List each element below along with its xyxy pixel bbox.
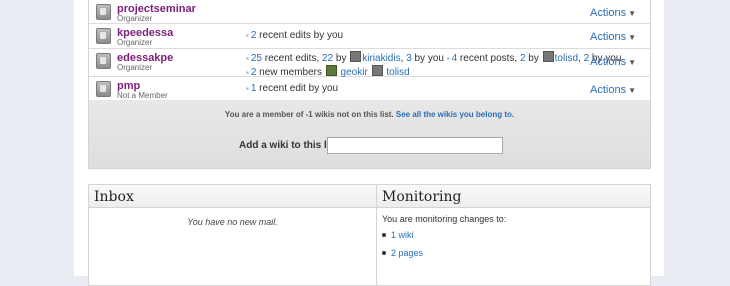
wiki-icon [96,28,111,44]
monitoring-intro: You are monitoring changes to: [382,214,507,224]
actions-label: Actions [590,56,627,68]
bullet-icon: ▪ [246,68,249,77]
bullet-icon: ▪ [246,31,249,40]
actions-label: Actions [590,31,627,43]
wiki-row: projectseminar Organizer Actions ▼ [89,0,650,24]
caret-down-icon: ▼ [628,58,636,67]
monitoring-title: Monitoring [377,185,650,208]
wiki-list-footer: You are a member of -1 wikis not on this… [89,100,650,168]
monitoring-item-wiki[interactable]: 1 wiki [382,230,650,240]
caret-down-icon: ▼ [628,86,636,95]
user-avatar-icon [325,65,337,76]
wiki-role: Organizer [117,38,153,47]
monitoring-panel: Monitoring You are monitoring changes to… [376,184,651,286]
wiki-activity: ▪ 1 recent edit by you [246,83,338,95]
inbox-panel: Inbox You have no new mail. [88,184,377,286]
page: projectseminar Organizer Actions ▼ kpeede… [74,0,664,286]
activity-text: recent edits, [261,53,322,64]
wiki-row: edessakpe Organizer ▪ 25 recent edits, 22… [89,49,650,79]
caret-down-icon: ▼ [628,9,636,18]
wiki-icon [96,53,111,69]
count-link[interactable]: 22 [322,53,333,64]
wiki-icon [96,81,111,97]
user-avatar-icon [371,65,383,76]
actions-menu[interactable]: Actions ▼ [590,7,636,19]
wiki-row: kpeedessa Organizer ▪ 2 recent edits by y… [89,24,650,49]
monitoring-list: 1 wiki 2 pages [377,230,650,258]
user-link[interactable]: kiriakidis [362,53,400,64]
wiki-icon [96,4,111,20]
user-avatar-icon [350,51,362,62]
actions-label: Actions [590,7,627,19]
wiki-activity: ▪ 2 recent edits by you [246,30,343,42]
user-link[interactable]: tolisd [555,53,578,64]
membership-note: You are a member of -1 wikis not on this… [89,110,650,119]
wiki-row: pmp Not a Member ▪ 1 recent edit by you A… [89,77,650,101]
all-wikis-link[interactable]: See all the wikis you belong to. [396,110,514,119]
activity-text: by [333,53,350,64]
actions-menu[interactable]: Actions ▼ [590,84,636,96]
activity-text: by you [411,53,447,64]
edits-link[interactable]: 25 [251,53,262,64]
user-avatar-icon [542,51,554,62]
actions-menu[interactable]: Actions ▼ [590,56,636,68]
bullet-icon: ▪ [446,54,450,63]
membership-note-text: You are a member of -1 wikis not on this… [224,110,396,119]
wiki-role: Not a Member [117,91,168,100]
wiki-activity: ▪ 25 recent edits, 22 by kiriakidis, 3 by… [246,51,621,79]
wiki-list: projectseminar Organizer Actions ▼ kpeede… [88,0,651,169]
caret-down-icon: ▼ [628,33,636,42]
add-wiki-input[interactable] [327,137,503,154]
actions-label: Actions [590,84,627,96]
wiki-role: Organizer [117,14,153,23]
inbox-empty-message: You have no new mail. [187,217,278,227]
bullet-icon: ▪ [246,84,249,93]
bullet-icon: ▪ [246,54,249,63]
activity-text: recent edits by you [256,30,344,41]
activity-text: recent edit by you [256,83,339,94]
activity-text: recent posts, [457,53,520,64]
monitoring-item-pages[interactable]: 2 pages [382,248,650,258]
actions-menu[interactable]: Actions ▼ [590,31,636,43]
wiki-role: Organizer [117,63,153,72]
inbox-title: Inbox [89,185,376,208]
activity-text: by [525,53,542,64]
